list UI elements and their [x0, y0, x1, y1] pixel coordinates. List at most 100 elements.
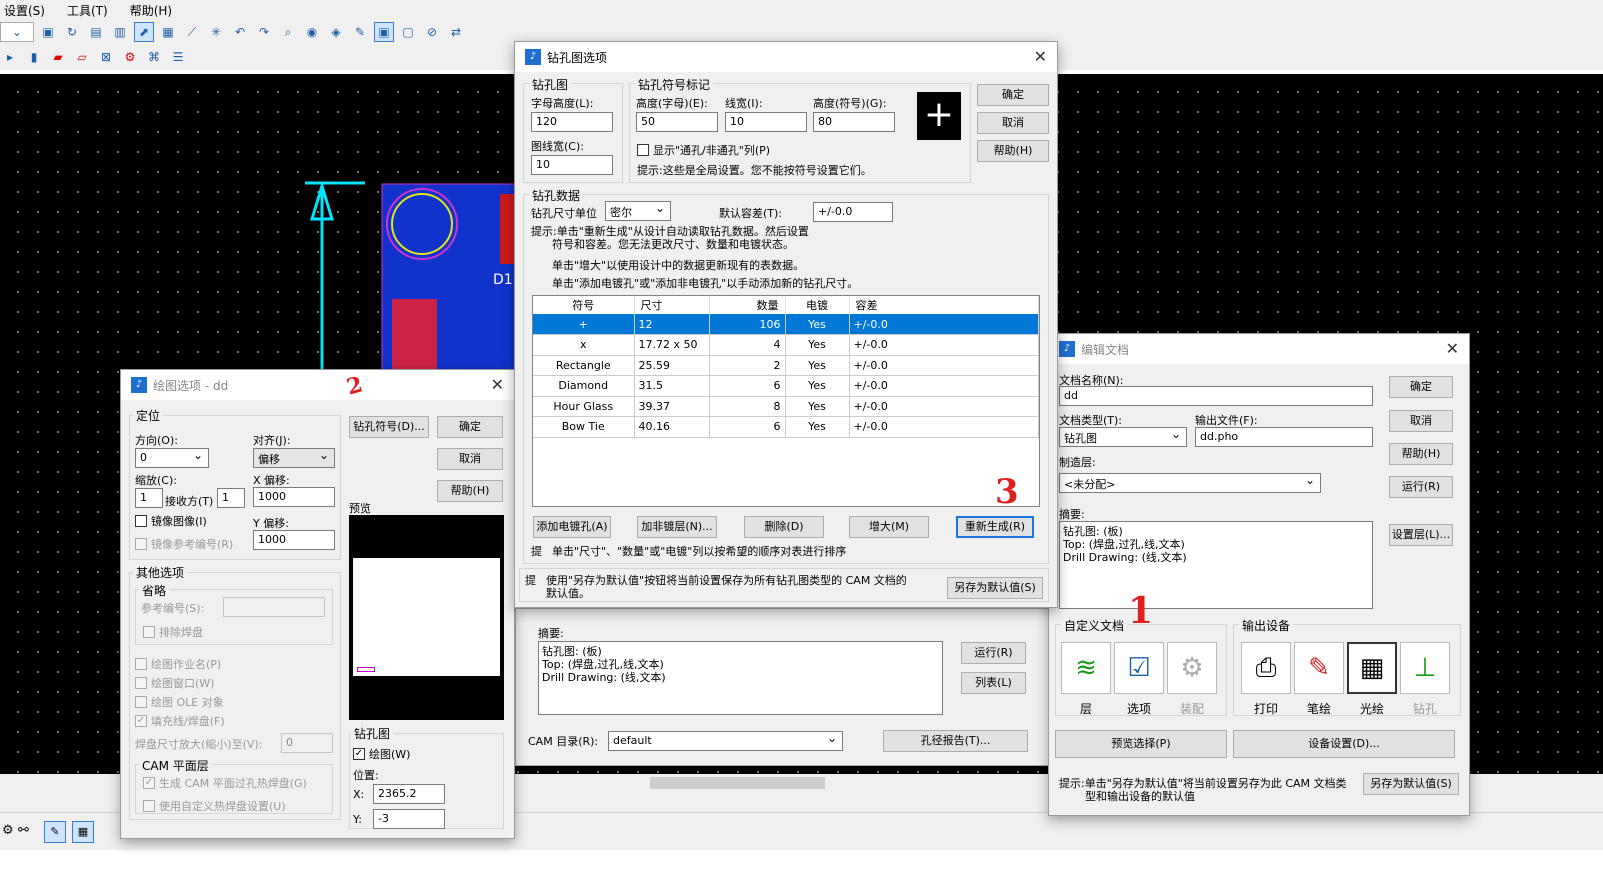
drill-device-icon[interactable]: ⊥ [1400, 642, 1450, 694]
table-row[interactable]: Rectangle 25.59 2 Yes +/-0.0 [533, 355, 1039, 376]
plot-window-checkbox[interactable]: 绘图窗口(W) [135, 675, 214, 691]
table-row[interactable]: +12 106 Yes +/-0.0 [533, 314, 1039, 335]
mirror-ref-box[interactable] [135, 538, 147, 550]
edit-summary-text[interactable]: 钻孔图: (板) Top: (焊盘,过孔,线,文本) Drill Drawing… [1059, 521, 1373, 609]
verify-icon[interactable]: ⊘ [422, 22, 442, 42]
drill-ok-button[interactable]: 确定 [977, 84, 1049, 106]
close-icon[interactable]: ✕ [1446, 339, 1459, 358]
align-select[interactable]: 偏移 [253, 448, 335, 468]
edit-cancel-button[interactable]: 取消 [1389, 410, 1453, 432]
plot-ok-button[interactable]: 确定 [437, 416, 503, 438]
hole-report-button[interactable]: 孔径报告(T)... [883, 730, 1028, 752]
drill-plot-checkbox[interactable]: ✓ 绘图(W) [353, 746, 410, 762]
y-input[interactable]: -3 [373, 809, 445, 829]
photo-plot-icon[interactable]: ▦ [1347, 642, 1397, 694]
table-row[interactable]: Hour Glass 39.37 8 Yes +/-0.0 [533, 396, 1039, 417]
drill-save-default-button[interactable]: 另存为默认值(S) [947, 577, 1043, 599]
binoculars-icon[interactable]: ⚯ [18, 823, 29, 838]
col-size[interactable]: 尺寸 [634, 296, 710, 314]
layers-icon[interactable]: ◈ [326, 22, 346, 42]
exclude-pad-box[interactable] [143, 626, 155, 638]
view-icon[interactable]: ◉ [302, 22, 322, 42]
plot-job-box[interactable] [135, 658, 147, 670]
col-symbol[interactable]: 符号 [533, 296, 635, 314]
cam-gen-box[interactable]: ✓ [143, 777, 155, 789]
mirror-ref-checkbox[interactable]: 镜像参考编号(R) [135, 536, 233, 552]
col-qty[interactable]: 数量 [709, 296, 786, 314]
sym-height-char-input[interactable]: 50 [636, 112, 718, 132]
window-icon[interactable]: ▢ [398, 22, 418, 42]
sym-height-input[interactable]: 80 [813, 112, 895, 132]
char-height-input[interactable]: 120 [531, 112, 613, 132]
table-row[interactable]: x 17.72 x 50 4 Yes +/-0.0 [533, 334, 1039, 356]
edit-run-button[interactable]: 运行(R) [1389, 476, 1453, 498]
drill-symbol-button[interactable]: 钻孔符号(D)... [349, 416, 429, 438]
arrow-icon[interactable]: ▸ [0, 47, 20, 67]
scroll-thumb[interactable] [650, 777, 825, 789]
doc-type-select[interactable]: 钻孔图 [1059, 427, 1187, 447]
plot-cancel-button[interactable]: 取消 [437, 448, 503, 470]
close-icon[interactable]: ✕ [491, 375, 504, 394]
device-setup-button[interactable]: 设备设置(D)... [1233, 730, 1455, 758]
options-doc-icon[interactable]: ☑ [1114, 642, 1164, 694]
pen-plot-icon[interactable]: ✎ [1294, 642, 1344, 694]
cam-gen-checkbox[interactable]: ✓ 生成 CAM 平面过孔热焊盘(G) [143, 775, 307, 791]
dxf-icon[interactable]: ⌘ [144, 47, 164, 67]
add-nonplated-button[interactable]: 加非镀层(N)... [637, 516, 717, 538]
ref-input[interactable] [223, 597, 325, 617]
tool-icon[interactable]: ✎ [350, 22, 370, 42]
cam-icon[interactable]: ▣ [374, 22, 394, 42]
out-file-input[interactable]: dd.pho [1195, 427, 1373, 447]
xoffset-input[interactable]: 1000 [253, 487, 335, 507]
unit-select[interactable]: 密尔 [605, 201, 671, 221]
assembly-doc-icon[interactable]: ⚙ [1167, 642, 1217, 694]
preview-select-button[interactable]: 预览选择(P) [1055, 730, 1227, 758]
fill-box[interactable]: ✓ [135, 715, 147, 727]
regenerate-button[interactable]: 重新生成(R) [956, 516, 1034, 538]
drill-plot-box[interactable]: ✓ [353, 748, 365, 760]
layer-select[interactable]: <未分配> [1059, 473, 1321, 493]
undo-icon[interactable]: ↶ [230, 22, 250, 42]
gear-icon[interactable]: ⚙ [2, 823, 14, 838]
x-input[interactable]: 2365.2 [373, 784, 445, 804]
scale-input-a[interactable]: 1 [135, 488, 163, 508]
yoffset-input[interactable]: 1000 [253, 530, 335, 550]
delete-button[interactable]: 删除(D) [744, 516, 824, 538]
draw-icon[interactable]: ⟋ [182, 22, 202, 42]
menu-settings[interactable]: 设置(S) [4, 2, 45, 19]
col-tolerance[interactable]: 容差 [849, 296, 1039, 314]
print-icon[interactable]: ⎙ [1241, 642, 1291, 694]
zoom-icon[interactable]: ⌕ [278, 22, 298, 42]
grid-icon[interactable]: ▦ [72, 821, 94, 843]
close-icon[interactable]: ✕ [1034, 47, 1047, 66]
menu-tools[interactable]: 工具(T) [67, 2, 108, 19]
doc-name-input[interactable]: dd [1059, 386, 1373, 406]
flow-icon[interactable]: ⇄ [446, 22, 466, 42]
cam-list-button[interactable]: 列表(L) [961, 672, 1026, 694]
plot-help-button[interactable]: 帮助(H) [437, 480, 503, 502]
set-layer-button[interactable]: 设置层(L)... [1389, 524, 1453, 546]
table-row[interactable]: Bow Tie 40.16 6 Yes +/-0.0 [533, 416, 1039, 438]
col-plated[interactable]: 电镀 [785, 296, 850, 314]
list-icon[interactable]: ☰ [168, 47, 188, 67]
add-plated-button[interactable]: 添加电镀孔(A) [533, 516, 611, 538]
red2-icon[interactable]: ▱ [72, 47, 92, 67]
show-plated-checkbox[interactable]: 显示"通孔/非通孔"列(P) [637, 142, 770, 158]
cam-summary-text[interactable]: 钻孔图: (板) Top: (焊盘,过孔,线,文本) Drill Drawing… [538, 641, 943, 715]
board-icon[interactable]: ▦ [158, 22, 178, 42]
mirror-box[interactable] [135, 515, 147, 527]
part-icon[interactable]: ⊠ [96, 47, 116, 67]
direction-select[interactable]: 0 [135, 448, 209, 468]
decal-icon[interactable]: ⚙ [120, 47, 140, 67]
cam-custom-box[interactable] [143, 800, 155, 812]
edit-help-button[interactable]: 帮助(H) [1389, 443, 1453, 465]
edit-ok-button[interactable]: 确定 [1389, 376, 1453, 398]
drill-table[interactable]: 符号 尺寸 数量 电镀 容差 +12 106 Yes +/-0.0 x 17.72 x … [532, 295, 1040, 507]
mirror-checkbox[interactable]: 镜像图像(I) [135, 513, 207, 529]
pen-icon[interactable]: ✎ [44, 821, 66, 843]
copy-icon[interactable]: ▥ [110, 22, 130, 42]
tolerance-input[interactable]: +/-0.0 [813, 202, 893, 222]
cam-run-button[interactable]: 运行(R) [961, 642, 1026, 664]
plot-ole-box[interactable] [135, 696, 147, 708]
drill-help-button[interactable]: 帮助(H) [977, 140, 1049, 162]
